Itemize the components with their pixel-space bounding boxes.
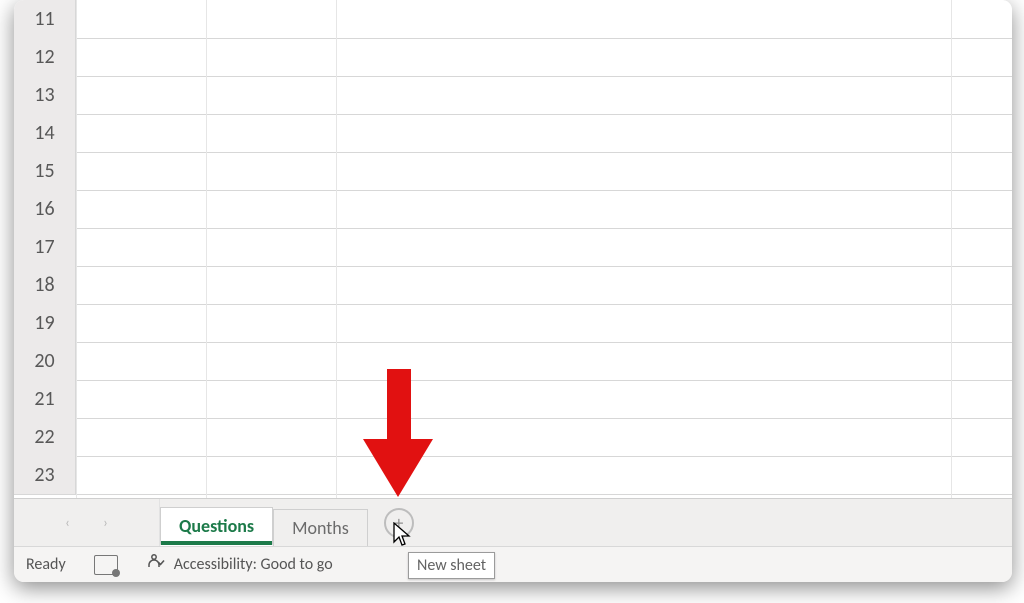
status-bar: Ready Accessibility: Good to go bbox=[14, 546, 1012, 582]
row[interactable]: 18 bbox=[14, 266, 1012, 305]
row-header[interactable]: 12 bbox=[14, 38, 76, 76]
row[interactable]: 16 bbox=[14, 190, 1012, 229]
new-sheet-button[interactable]: + bbox=[384, 508, 414, 538]
person-check-icon bbox=[146, 552, 166, 577]
row-header[interactable]: 19 bbox=[14, 304, 76, 342]
row-header[interactable]: 20 bbox=[14, 342, 76, 380]
col-separator bbox=[76, 0, 77, 498]
excel-window-fragment: 11 12 13 14 15 16 17 18 19 20 21 22 23 ‹… bbox=[14, 0, 1012, 582]
row-header[interactable]: 21 bbox=[14, 380, 76, 418]
row[interactable]: 17 bbox=[14, 228, 1012, 267]
row[interactable]: 23 bbox=[14, 456, 1012, 495]
row-header[interactable]: 17 bbox=[14, 228, 76, 266]
row[interactable]: 19 bbox=[14, 304, 1012, 343]
tab-nav-next-icon[interactable]: › bbox=[96, 513, 116, 533]
row[interactable]: 13 bbox=[14, 76, 1012, 115]
col-separator bbox=[951, 0, 952, 498]
status-ready: Ready bbox=[26, 555, 66, 574]
sheet-tab-label: Questions bbox=[179, 515, 254, 537]
col-separator bbox=[336, 0, 337, 498]
macro-record-icon bbox=[94, 555, 118, 575]
row[interactable]: 12 bbox=[14, 38, 1012, 77]
row-header[interactable]: 18 bbox=[14, 266, 76, 304]
row-header[interactable]: 23 bbox=[14, 456, 76, 494]
sheet-tab-questions[interactable]: Questions bbox=[160, 507, 273, 546]
plus-icon: + bbox=[394, 514, 403, 532]
row-header[interactable]: 13 bbox=[14, 76, 76, 114]
status-accessibility[interactable]: Accessibility: Good to go bbox=[146, 552, 333, 577]
status-accessibility-label: Accessibility: Good to go bbox=[174, 555, 333, 574]
row-header[interactable]: 14 bbox=[14, 114, 76, 152]
spreadsheet-grid[interactable]: 11 12 13 14 15 16 17 18 19 20 21 22 23 bbox=[14, 0, 1012, 498]
row-header[interactable]: 15 bbox=[14, 152, 76, 190]
sheet-tab-label: Months bbox=[292, 517, 349, 539]
status-macro-rec[interactable] bbox=[94, 555, 118, 575]
row-header[interactable]: 11 bbox=[14, 0, 76, 38]
row-header[interactable]: 16 bbox=[14, 190, 76, 228]
row[interactable]: 11 bbox=[14, 0, 1012, 39]
col-separator bbox=[206, 0, 207, 498]
row[interactable]: 14 bbox=[14, 114, 1012, 153]
row[interactable]: 20 bbox=[14, 342, 1012, 381]
sheet-tab-strip: ‹ › Questions Months + bbox=[14, 498, 1012, 546]
row[interactable]: 21 bbox=[14, 380, 1012, 419]
tab-nav-area: ‹ › bbox=[14, 499, 160, 546]
row[interactable]: 22 bbox=[14, 418, 1012, 457]
new-sheet-holder: + bbox=[368, 499, 414, 546]
tab-nav-prev-icon[interactable]: ‹ bbox=[58, 513, 78, 533]
row[interactable]: 15 bbox=[14, 152, 1012, 191]
row-header[interactable]: 22 bbox=[14, 418, 76, 456]
sheet-tab-months[interactable]: Months bbox=[273, 509, 368, 546]
sheet-tabs: Questions Months bbox=[160, 499, 368, 546]
